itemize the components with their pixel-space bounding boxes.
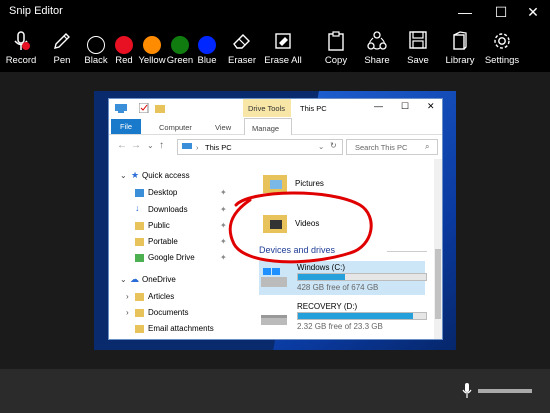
microphone-level-icon — [462, 383, 472, 398]
red-circle-annotation — [228, 191, 373, 264]
audio-level-bar — [478, 389, 532, 393]
annotation-layer — [228, 191, 373, 264]
